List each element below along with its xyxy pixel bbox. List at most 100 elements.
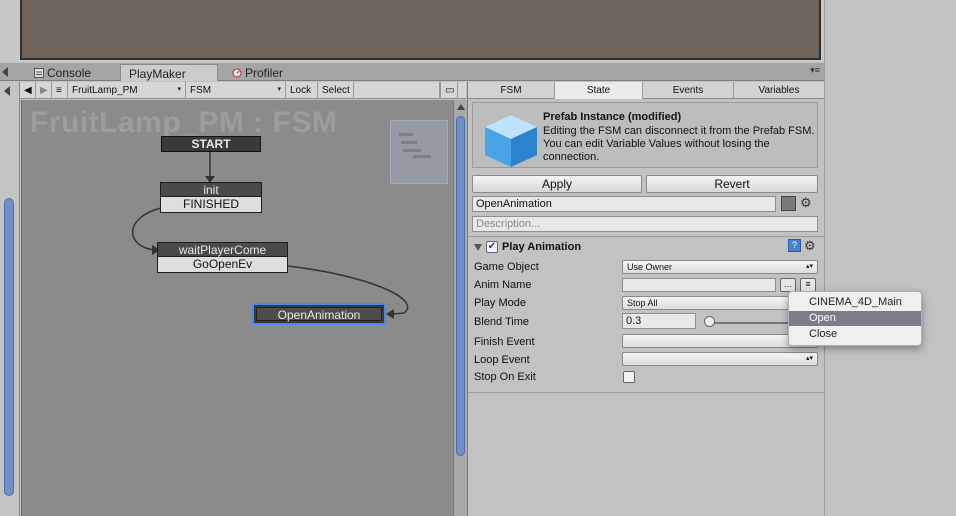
gameobject-select[interactable]: FruitLamp_PM ▾ bbox=[68, 82, 186, 99]
tab-events-label: Events bbox=[672, 85, 704, 96]
prefab-description: Editing the FSM can disconnect it from t… bbox=[543, 125, 815, 163]
game-object-select[interactable]: Use Owner ▴▾ bbox=[622, 260, 818, 274]
gameobject-select-value: FruitLamp_PM bbox=[72, 85, 138, 96]
back-arrow-icon[interactable] bbox=[4, 86, 10, 96]
toolbar-spacer bbox=[354, 82, 440, 99]
select-label: Select bbox=[322, 85, 350, 96]
play-mode-value: Stop All bbox=[627, 298, 658, 308]
state-transition[interactable]: GoOpenEv bbox=[157, 257, 288, 273]
scroll-up-icon[interactable] bbox=[457, 104, 465, 110]
editor-tab-bar: Console PlayMaker Profiler ▾≡ bbox=[0, 63, 824, 81]
left-strip bbox=[0, 82, 20, 516]
param-label-game-object: Game Object bbox=[474, 261, 539, 273]
state-name: waitPlayerCome bbox=[157, 242, 288, 257]
param-label-blend-time: Blend Time bbox=[474, 316, 530, 328]
revert-button[interactable]: Revert bbox=[646, 175, 818, 193]
help-icon[interactable]: ? bbox=[788, 239, 801, 252]
caret-icon: ▴▾ bbox=[805, 355, 813, 362]
tab-fsm[interactable]: FSM bbox=[468, 82, 555, 99]
tab-variables-label: Variables bbox=[758, 85, 800, 96]
select-button[interactable]: Select bbox=[318, 82, 354, 99]
action-header[interactable]: ✔ Play Animation ? ⚙ bbox=[472, 238, 818, 257]
anim-name-popup-menu: CINEMA_4D_Main Open Close bbox=[788, 291, 922, 346]
divider bbox=[468, 236, 824, 237]
gear-icon[interactable]: ⚙ bbox=[804, 238, 816, 254]
prefab-title: Prefab Instance (modified) bbox=[543, 111, 682, 123]
state-transition[interactable]: FINISHED bbox=[160, 197, 262, 213]
blend-time-slider-track[interactable] bbox=[708, 322, 788, 324]
tab-playmaker-label: PlayMaker bbox=[129, 67, 186, 81]
graph-scrollbar[interactable] bbox=[453, 100, 467, 516]
blend-time-field[interactable]: 0.3 bbox=[622, 313, 696, 329]
lock-label: Lock bbox=[290, 85, 312, 96]
loop-event-select[interactable]: ▴▾ bbox=[622, 352, 818, 366]
fsm-select[interactable]: FSM ▾ bbox=[186, 82, 286, 99]
next-icon: ▶ bbox=[40, 85, 48, 96]
param-label-finish-event: Finish Event bbox=[474, 336, 535, 348]
anim-list-button[interactable]: ≡ bbox=[800, 278, 816, 292]
fsm-select-value: FSM bbox=[190, 85, 212, 96]
popup-option-selected[interactable]: Open bbox=[789, 311, 921, 326]
state-node-waitplayercome[interactable]: waitPlayerCome GoOpenEv bbox=[157, 242, 288, 273]
caret-icon: ▾ bbox=[177, 86, 181, 93]
list-icon: ≡ bbox=[805, 279, 811, 289]
fsm-graph-canvas[interactable]: FruitLamp_PM : FSM START init FINISHED w… bbox=[21, 100, 453, 516]
settings-toggle-button[interactable]: ▭ bbox=[440, 82, 458, 99]
state-name: init bbox=[160, 182, 262, 197]
action-title: Play Animation bbox=[502, 241, 582, 253]
description-field[interactable]: Description... bbox=[472, 216, 818, 232]
caret-icon: ▾ bbox=[277, 86, 281, 93]
inspector-tabs: FSM State Events Variables bbox=[468, 82, 824, 99]
scrollbar-thumb[interactable] bbox=[456, 116, 465, 456]
history-menu-button[interactable]: ≡ bbox=[52, 82, 68, 99]
popup-option[interactable]: Close bbox=[789, 327, 921, 342]
state-node-openanimation[interactable]: OpenAnimation bbox=[252, 303, 386, 325]
tab-playmaker[interactable]: PlayMaker bbox=[120, 64, 218, 81]
prev-button[interactable]: ◀ bbox=[20, 82, 36, 99]
tab-profiler-label: Profiler bbox=[245, 66, 284, 80]
scene-view[interactable] bbox=[20, 0, 821, 60]
tab-console-label: Console bbox=[47, 66, 92, 80]
tab-events[interactable]: Events bbox=[643, 82, 734, 99]
panel-icon: ▭ bbox=[445, 85, 455, 96]
lock-button[interactable]: Lock bbox=[286, 82, 318, 99]
prev-icon: ◀ bbox=[24, 85, 32, 96]
left-scrollbar[interactable] bbox=[4, 198, 14, 496]
console-icon bbox=[34, 67, 44, 78]
divider bbox=[468, 392, 824, 393]
param-label-play-mode: Play Mode bbox=[474, 297, 526, 309]
state-node-init[interactable]: init FINISHED bbox=[160, 182, 262, 213]
tab-state[interactable]: State bbox=[555, 82, 643, 99]
profiler-icon bbox=[232, 67, 242, 78]
state-name-field[interactable]: OpenAnimation bbox=[472, 196, 776, 212]
state-color-swatch[interactable] bbox=[781, 196, 796, 211]
scene-view-area bbox=[0, 0, 824, 62]
right-panel-empty bbox=[824, 0, 956, 516]
prefab-cube-icon bbox=[485, 115, 537, 167]
anim-name-field[interactable] bbox=[622, 278, 776, 292]
tab-variables[interactable]: Variables bbox=[734, 82, 824, 99]
expand-triangle-icon[interactable] bbox=[474, 244, 482, 251]
start-node[interactable]: START bbox=[161, 136, 261, 152]
game-object-value: Use Owner bbox=[627, 262, 673, 272]
tab-profiler[interactable]: Profiler bbox=[224, 64, 291, 81]
stop-on-exit-checkbox[interactable] bbox=[623, 371, 635, 383]
transition-links bbox=[132, 152, 409, 319]
action-enabled-checkbox[interactable]: ✔ bbox=[486, 241, 498, 253]
gear-icon[interactable]: ⚙ bbox=[800, 195, 812, 211]
graph-toolbar: ◀ ▶ ≡ FruitLamp_PM ▾ FSM ▾ Lock Select ▭ bbox=[20, 82, 466, 99]
popup-option[interactable]: CINEMA_4D_Main bbox=[789, 295, 921, 310]
tab-menu-icon[interactable]: ▾≡ bbox=[810, 65, 820, 76]
collapse-arrow-icon[interactable] bbox=[2, 67, 8, 77]
anim-browse-button[interactable]: … bbox=[780, 278, 796, 292]
prefab-notice: Prefab Instance (modified) Editing the F… bbox=[472, 102, 818, 168]
menu-icon: ≡ bbox=[56, 85, 62, 96]
state-inspector: FSM State Events Variables Prefab Instan… bbox=[467, 82, 824, 516]
caret-icon: ▴▾ bbox=[805, 263, 813, 270]
tab-state-label: State bbox=[586, 85, 611, 96]
apply-button[interactable]: Apply bbox=[472, 175, 642, 193]
blend-time-slider-knob[interactable] bbox=[704, 316, 715, 327]
next-button[interactable]: ▶ bbox=[36, 82, 52, 99]
tab-console[interactable]: Console bbox=[26, 64, 99, 81]
param-label-stop-on-exit: Stop On Exit bbox=[474, 371, 536, 383]
